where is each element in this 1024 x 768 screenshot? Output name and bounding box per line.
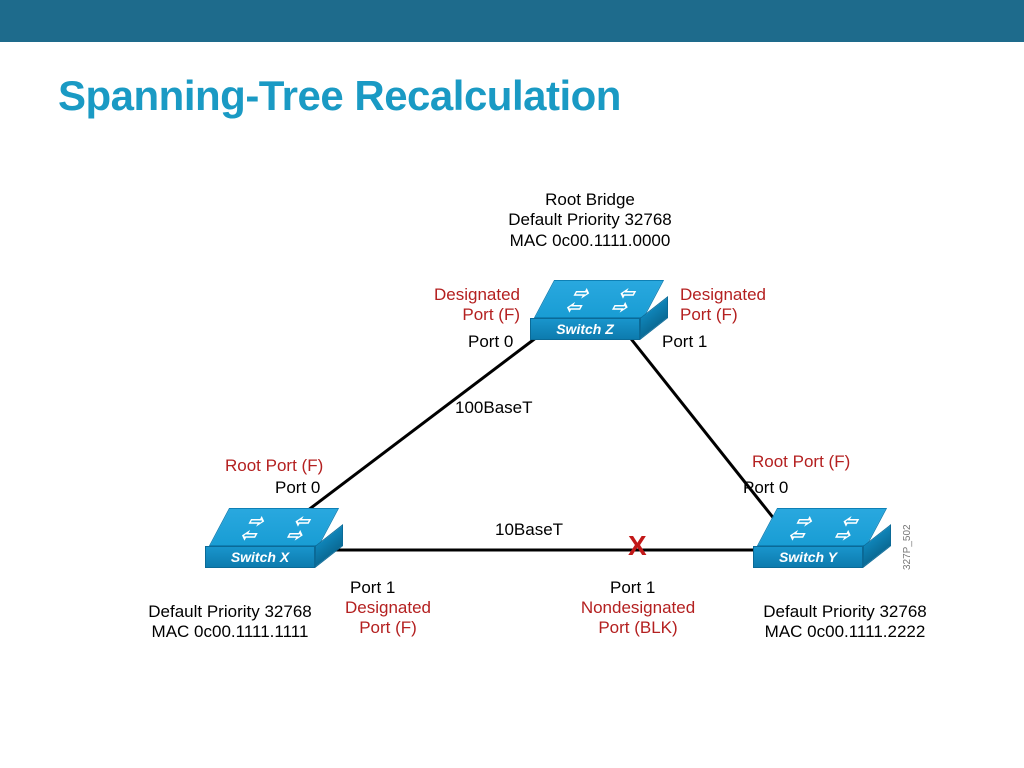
switch-y-port1-label: Port 1 <box>610 578 655 598</box>
switch-z-port1-role: Designated Port (F) <box>680 285 810 326</box>
switch-y-label: Switch Y <box>779 549 837 565</box>
switch-x-port1-role: Designated Port (F) <box>328 598 448 639</box>
switch-x-port0-label: Port 0 <box>275 478 320 498</box>
switch-x-port1-label: Port 1 <box>350 578 395 598</box>
switch-z-info: Root Bridge Default Priority 32768 MAC 0… <box>460 190 720 251</box>
switch-z-port0-label: Port 0 <box>468 332 513 352</box>
switch-x: ⇨⇦ ⇦⇨ Switch X <box>205 508 315 568</box>
switch-x-port0-role: Root Port (F) <box>225 456 323 476</box>
switch-y-port0-label: Port 0 <box>743 478 788 498</box>
blocked-x-icon: X <box>628 530 647 562</box>
switch-z: ⇨⇦ ⇦⇨ Switch Z <box>530 280 640 340</box>
link-zx-label: 100BaseT <box>455 398 533 418</box>
image-ref: 327P_502 <box>902 524 913 570</box>
network-diagram: X ⇨⇦ ⇦⇨ Switch Z ⇨⇦ ⇦⇨ Switch X ⇨⇦ ⇦⇨ Sw… <box>0 0 1024 768</box>
link-xy-label: 10BaseT <box>495 520 563 540</box>
switch-z-port1-label: Port 1 <box>662 332 707 352</box>
switch-z-label: Switch Z <box>556 321 614 337</box>
switch-y-port1-role: Nondesignated Port (BLK) <box>558 598 718 639</box>
switch-z-port0-role: Designated Port (F) <box>400 285 520 326</box>
switch-y-port0-role: Root Port (F) <box>752 452 850 472</box>
wires <box>0 0 1024 768</box>
switch-y: ⇨⇦ ⇦⇨ Switch Y <box>753 508 863 568</box>
switch-y-info: Default Priority 32768 MAC 0c00.1111.222… <box>745 602 945 643</box>
switch-x-info: Default Priority 32768 MAC 0c00.1111.111… <box>130 602 330 643</box>
switch-x-label: Switch X <box>231 549 289 565</box>
